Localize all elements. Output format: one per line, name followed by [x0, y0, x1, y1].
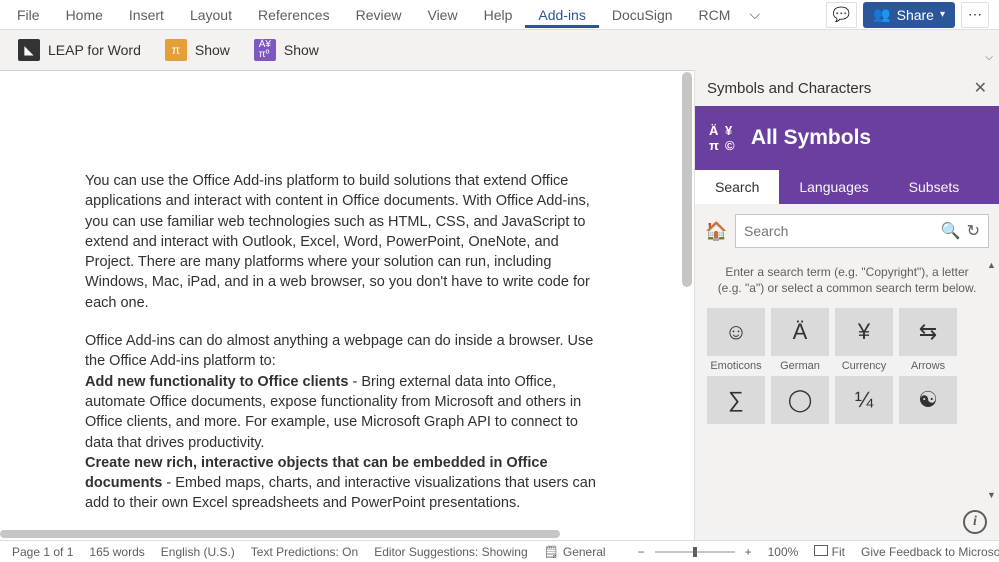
share-button[interactable]: 👥 Share ▾: [863, 2, 955, 28]
addin-leap[interactable]: ◣ LEAP for Word: [8, 35, 151, 65]
pane-title: Symbols and Characters: [707, 80, 871, 97]
category-label: Currency: [842, 360, 887, 372]
doc-paragraph: Office Add-ins can do almost anything a …: [85, 331, 604, 514]
addin-show-1[interactable]: π Show: [155, 35, 240, 65]
status-general[interactable]: 🗒General: [544, 545, 606, 559]
search-icon[interactable]: 🔍: [941, 221, 961, 241]
status-fit[interactable]: Fit: [814, 545, 845, 559]
tab-docusign[interactable]: DocuSign: [599, 2, 686, 28]
tab-references[interactable]: References: [245, 2, 343, 28]
addin-label: Show: [195, 42, 230, 58]
pane-header: Ä¥ π© All Symbols: [695, 106, 999, 170]
doc-paragraph: You can use the Office Add-ins platform …: [85, 171, 604, 313]
pane-body: 🏠 🔍 ↻ Enter a search term (e.g. "Copyrig…: [695, 204, 999, 540]
comments-button[interactable]: 💬: [826, 2, 857, 28]
refresh-icon[interactable]: ↻: [967, 221, 980, 241]
search-hint: Enter a search term (e.g. "Copyright"), …: [705, 260, 989, 308]
more-button[interactable]: ⋯: [961, 2, 989, 28]
home-icon[interactable]: 🏠: [705, 220, 727, 242]
category-math[interactable]: ∑: [707, 376, 765, 424]
tab-addins[interactable]: Add-ins: [525, 2, 598, 28]
doc-bold: Add new functionality to Office clients: [85, 374, 348, 390]
leap-icon: ◣: [18, 39, 40, 61]
zoom-slider[interactable]: [655, 551, 735, 553]
ribbon-overflow-icon[interactable]: ⌵: [743, 6, 766, 23]
status-bar: Page 1 of 1 165 words English (U.S.) Tex…: [0, 540, 999, 562]
ellipsis-icon: ⋯: [968, 6, 982, 23]
tab-review[interactable]: Review: [343, 2, 415, 28]
info-icon[interactable]: i: [963, 510, 987, 534]
addin-label: LEAP for Word: [48, 42, 141, 58]
tab-layout[interactable]: Layout: [177, 2, 245, 28]
zoom-in-button[interactable]: +: [745, 545, 752, 559]
status-feedback[interactable]: Give Feedback to Microsoft: [861, 545, 999, 559]
category-currency[interactable]: ¥: [835, 308, 893, 356]
main-area: You can use the Office Add-ins platform …: [0, 70, 999, 540]
status-language[interactable]: English (U.S.): [161, 545, 235, 559]
chevron-down-icon: ▾: [940, 9, 945, 20]
status-predictions[interactable]: Text Predictions: On: [251, 545, 358, 559]
share-label: Share: [897, 7, 934, 23]
task-pane: Symbols and Characters ✕ Ä¥ π© All Symbo…: [694, 70, 999, 540]
pane-tabs: Search Languages Subsets: [695, 170, 999, 204]
category-german[interactable]: Ä: [771, 308, 829, 356]
addin-bar: ◣ LEAP for Word π Show Ä¥πº Show ⌵: [0, 30, 999, 70]
category-label: German: [780, 360, 820, 372]
status-page[interactable]: Page 1 of 1: [12, 545, 73, 559]
pane-titlebar: Symbols and Characters ✕: [695, 70, 999, 106]
pi-icon: π: [165, 39, 187, 61]
status-editor[interactable]: Editor Suggestions: Showing: [374, 545, 527, 559]
close-icon[interactable]: ✕: [974, 78, 987, 98]
scroll-thumb[interactable]: [682, 72, 692, 287]
pane-tab-languages[interactable]: Languages: [779, 170, 888, 204]
share-icon: 👥: [873, 6, 890, 23]
pane-logo-icon: Ä¥ π©: [709, 124, 735, 152]
scroll-thumb[interactable]: [0, 530, 560, 538]
symbol-grid-row2: ∑ ◯ ¼ ☯: [705, 376, 989, 424]
vertical-scrollbar[interactable]: [680, 70, 694, 540]
symbols-icon: Ä¥πº: [254, 39, 276, 61]
tab-rcm[interactable]: RCM: [686, 2, 744, 28]
status-words[interactable]: 165 words: [89, 545, 144, 559]
addin-bar-chevron-icon[interactable]: ⌵: [985, 52, 993, 63]
search-box: 🔍 ↻: [735, 214, 989, 248]
pane-scrollbar[interactable]: ▲ ▼: [985, 260, 997, 500]
symbol-grid: ☺ Emoticons Ä German ¥ Currency ⇆ Arrows: [705, 308, 989, 372]
tab-file[interactable]: File: [4, 2, 53, 28]
document-page[interactable]: You can use the Office Add-ins platform …: [0, 70, 694, 540]
zoom-out-button[interactable]: −: [638, 545, 645, 559]
category-misc[interactable]: ☯: [899, 376, 957, 424]
category-arrows[interactable]: ⇆: [899, 308, 957, 356]
scroll-down-icon[interactable]: ▼: [987, 490, 996, 500]
tab-insert[interactable]: Insert: [116, 2, 177, 28]
ribbon-tabs: File Home Insert Layout References Revie…: [0, 0, 999, 30]
zoom-control: − +: [638, 545, 752, 559]
category-label: Emoticons: [710, 360, 761, 372]
addin-label: Show: [284, 42, 319, 58]
category-shapes[interactable]: ◯: [771, 376, 829, 424]
tab-view[interactable]: View: [414, 2, 470, 28]
category-emoticons[interactable]: ☺: [707, 308, 765, 356]
pane-tab-search[interactable]: Search: [695, 170, 779, 204]
horizontal-scrollbar[interactable]: [0, 528, 694, 540]
tab-home[interactable]: Home: [53, 2, 116, 28]
tab-help[interactable]: Help: [471, 2, 526, 28]
status-zoom[interactable]: 100%: [768, 545, 799, 559]
zoom-slider-knob[interactable]: [693, 547, 697, 557]
document-viewport: You can use the Office Add-ins platform …: [0, 70, 694, 540]
comment-icon: 💬: [833, 6, 850, 23]
category-label: Arrows: [911, 360, 945, 372]
search-row: 🏠 🔍 ↻: [705, 214, 989, 248]
addin-show-2[interactable]: Ä¥πº Show: [244, 35, 329, 65]
category-fractions[interactable]: ¼: [835, 376, 893, 424]
search-input[interactable]: [744, 223, 935, 239]
title-actions: 💬 👥 Share ▾ ⋯: [826, 2, 995, 28]
fit-icon: [814, 545, 828, 556]
pane-tab-subsets[interactable]: Subsets: [889, 170, 980, 204]
pane-header-title: All Symbols: [751, 126, 871, 150]
scroll-up-icon[interactable]: ▲: [987, 260, 996, 270]
